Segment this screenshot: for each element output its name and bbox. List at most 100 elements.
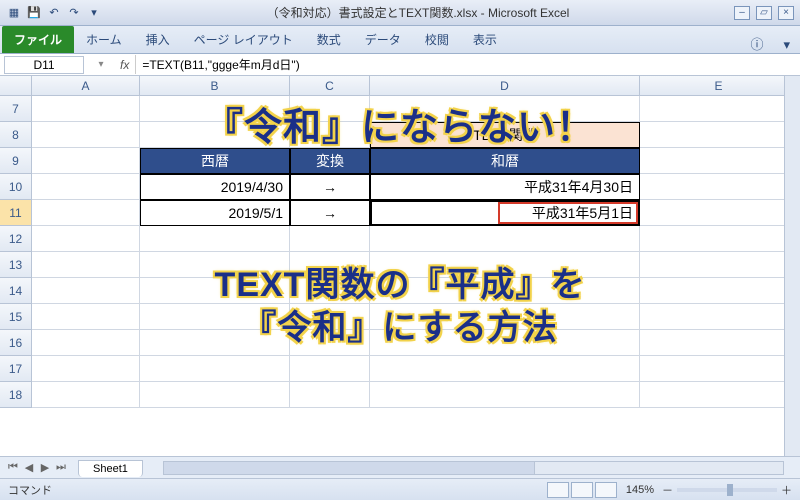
cell[interactable]	[32, 330, 140, 356]
cell[interactable]	[32, 148, 140, 174]
name-box[interactable]: D11	[4, 56, 84, 74]
table-title[interactable]: TEXT関数	[370, 122, 640, 148]
select-all-corner[interactable]	[0, 76, 32, 95]
cell[interactable]	[290, 96, 370, 122]
cell[interactable]	[290, 330, 370, 356]
zoom-out-button[interactable]: －	[662, 482, 673, 498]
cell[interactable]	[640, 148, 798, 174]
tab-data[interactable]: データ	[353, 26, 413, 53]
sheet-nav-last-icon[interactable]: ⏭	[54, 461, 68, 474]
cell[interactable]: 2019/4/30	[140, 174, 290, 200]
row-header[interactable]: 9	[0, 148, 32, 174]
col-header-a[interactable]: A	[32, 76, 140, 95]
cell[interactable]	[140, 278, 290, 304]
row-header[interactable]: 16	[0, 330, 32, 356]
cell[interactable]	[640, 226, 798, 252]
cell[interactable]: →	[290, 200, 370, 226]
tab-home[interactable]: ホーム	[74, 26, 134, 53]
cell[interactable]	[640, 278, 798, 304]
cell[interactable]	[32, 96, 140, 122]
tab-insert[interactable]: 挿入	[134, 26, 182, 53]
view-page-layout-button[interactable]	[571, 482, 593, 498]
view-page-break-button[interactable]	[595, 482, 617, 498]
cell[interactable]	[32, 226, 140, 252]
row-header[interactable]: 7	[0, 96, 32, 122]
cell[interactable]: 2019/5/1	[140, 200, 290, 226]
cell[interactable]	[32, 382, 140, 408]
minimize-button[interactable]: –	[734, 6, 750, 20]
row-header[interactable]: 18	[0, 382, 32, 408]
tab-page-layout[interactable]: ページ レイアウト	[182, 26, 305, 53]
cell[interactable]	[640, 304, 798, 330]
qat-dropdown-icon[interactable]: ▾	[86, 5, 102, 21]
cell[interactable]	[32, 304, 140, 330]
cell[interactable]	[370, 226, 640, 252]
row-header[interactable]: 15	[0, 304, 32, 330]
cell[interactable]	[290, 122, 370, 148]
cell[interactable]	[140, 96, 290, 122]
cell[interactable]	[370, 330, 640, 356]
redo-icon[interactable]: ↷	[66, 5, 82, 21]
cell[interactable]	[32, 356, 140, 382]
row-header[interactable]: 12	[0, 226, 32, 252]
ribbon-help-icon[interactable]: ⓘ	[740, 34, 773, 53]
cell[interactable]	[290, 226, 370, 252]
tab-view[interactable]: 表示	[461, 26, 509, 53]
cell[interactable]	[370, 96, 640, 122]
tab-review[interactable]: 校閲	[413, 26, 461, 53]
cell[interactable]	[640, 252, 798, 278]
cell[interactable]	[290, 356, 370, 382]
cell[interactable]	[640, 356, 798, 382]
cell[interactable]	[290, 304, 370, 330]
cell[interactable]	[32, 252, 140, 278]
cell[interactable]	[290, 252, 370, 278]
col-header-b[interactable]: B	[140, 76, 290, 95]
name-box-dropdown-icon[interactable]: ▾	[88, 59, 114, 70]
undo-icon[interactable]: ↶	[46, 5, 62, 21]
table-header[interactable]: 変換	[290, 148, 370, 174]
fx-icon[interactable]: fx	[114, 58, 135, 72]
cell[interactable]	[140, 226, 290, 252]
cell[interactable]: 平成31年4月30日	[370, 174, 640, 200]
cell[interactable]	[370, 382, 640, 408]
sheet-tab[interactable]: Sheet1	[78, 460, 143, 477]
cell[interactable]	[32, 278, 140, 304]
cell[interactable]	[140, 382, 290, 408]
cell[interactable]	[640, 122, 798, 148]
file-tab[interactable]: ファイル	[2, 26, 74, 53]
col-header-d[interactable]: D	[370, 76, 640, 95]
cell[interactable]	[640, 174, 798, 200]
sheet-nav-first-icon[interactable]: ⏮	[6, 461, 20, 474]
cell[interactable]	[640, 382, 798, 408]
cell[interactable]	[290, 278, 370, 304]
sheet-nav-prev-icon[interactable]: ◀	[22, 461, 36, 474]
cell[interactable]	[370, 252, 640, 278]
save-icon[interactable]: 💾	[26, 5, 42, 21]
cell[interactable]	[140, 356, 290, 382]
cell[interactable]	[32, 122, 140, 148]
horizontal-scrollbar[interactable]	[163, 461, 784, 475]
cell[interactable]	[140, 330, 290, 356]
row-header[interactable]: 8	[0, 122, 32, 148]
close-button[interactable]: ×	[778, 6, 794, 20]
ribbon-minimize-icon[interactable]: ▾	[773, 37, 800, 53]
cell[interactable]: →	[290, 174, 370, 200]
cell-active[interactable]: 平成31年5月1日	[370, 200, 640, 226]
cell[interactable]	[140, 304, 290, 330]
sheet-nav-next-icon[interactable]: ▶	[38, 461, 52, 474]
view-normal-button[interactable]	[547, 482, 569, 498]
row-header[interactable]: 17	[0, 356, 32, 382]
cell[interactable]	[32, 174, 140, 200]
formula-input[interactable]: =TEXT(B11,"ggge年m月d日")	[135, 55, 800, 74]
cell[interactable]	[370, 278, 640, 304]
row-header[interactable]: 11	[0, 200, 32, 226]
row-header[interactable]: 10	[0, 174, 32, 200]
table-header[interactable]: 和暦	[370, 148, 640, 174]
row-header[interactable]: 14	[0, 278, 32, 304]
maximize-button[interactable]: ▱	[756, 6, 772, 20]
cell[interactable]	[640, 96, 798, 122]
zoom-slider[interactable]	[677, 488, 777, 492]
tab-formulas[interactable]: 数式	[305, 26, 353, 53]
col-header-e[interactable]: E	[640, 76, 798, 95]
zoom-in-button[interactable]: ＋	[781, 482, 792, 498]
